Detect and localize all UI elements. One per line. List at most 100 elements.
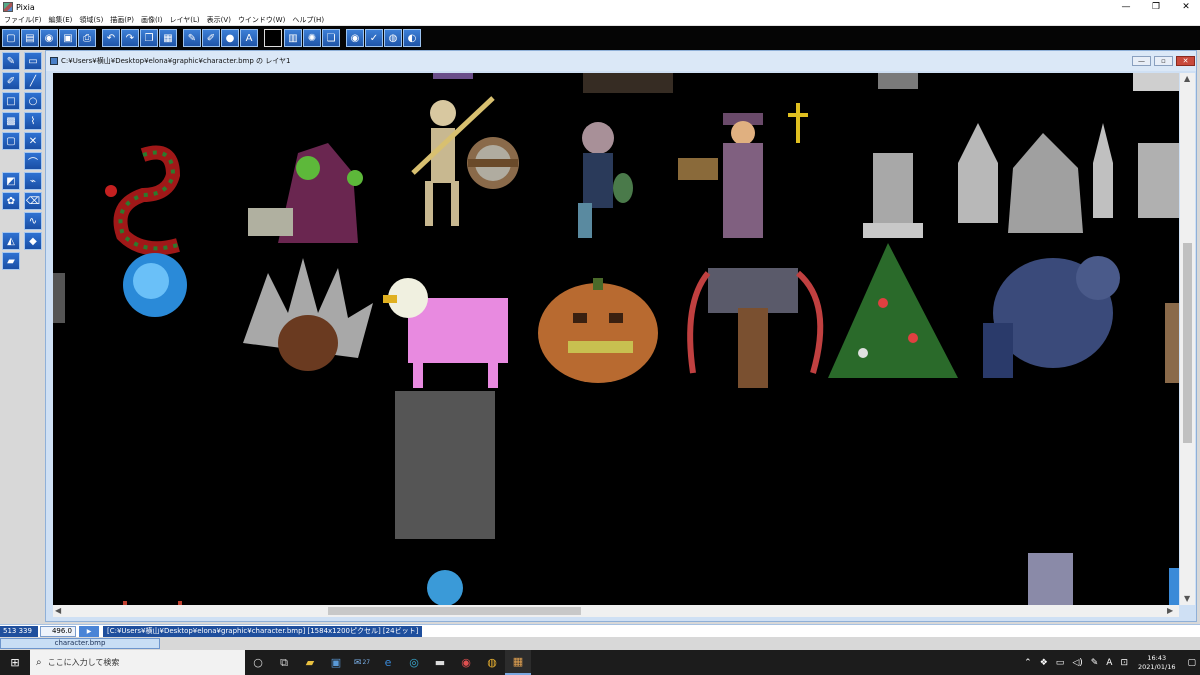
search-icon: ⌕ [36, 657, 42, 668]
help-icon[interactable]: ◐ [403, 29, 421, 47]
scroll-right-icon[interactable]: ▶ [1167, 605, 1173, 617]
menu-layer[interactable]: レイヤ(L) [170, 15, 200, 25]
menu-view[interactable]: 表示(V) [207, 15, 231, 25]
curve-tool-icon[interactable]: ⌒ [24, 152, 42, 170]
ellipse-tool-icon[interactable]: ○ [24, 92, 42, 110]
taskbar-search-box[interactable]: ⌕ ここに入力して検索 [30, 650, 245, 675]
paste-icon[interactable]: ▦ [159, 29, 177, 47]
sprite-pumpkin [538, 278, 658, 383]
print-icon[interactable]: ⎙ [78, 29, 96, 47]
doc-close-button[interactable]: ✕ [1176, 56, 1195, 66]
save-icon[interactable]: ▣ [59, 29, 77, 47]
document-window: C:¥Users¥横山¥Desktop¥elona¥graphic¥charac… [45, 50, 1197, 622]
menu-image[interactable]: 画像(I) [141, 15, 163, 25]
undo-icon[interactable]: ↶ [102, 29, 120, 47]
terminal-icon[interactable]: ▬ [427, 650, 453, 675]
pencil-tool-icon[interactable]: ✐ [2, 72, 20, 90]
doc-minimize-button[interactable]: — [1132, 56, 1151, 66]
scanner-icon[interactable]: ◉ [40, 29, 58, 47]
task-view-icon[interactable]: ⧉ [271, 650, 297, 675]
play-icon[interactable]: ▶ [79, 625, 99, 637]
ime-mode[interactable]: A [1106, 658, 1112, 668]
scroll-left-icon[interactable]: ◀ [55, 605, 61, 617]
edge-legacy-icon[interactable]: e [375, 650, 401, 675]
doc-maximize-button[interactable]: ▫ [1154, 56, 1173, 66]
dropbox-icon[interactable]: ❖ [1040, 658, 1048, 668]
menu-window[interactable]: ウインドウ(W) [238, 15, 285, 25]
network-icon[interactable]: ▭ [1056, 658, 1065, 668]
move-tool-icon[interactable]: ▢ [2, 132, 20, 150]
gradient-icon[interactable]: ▰ [2, 252, 20, 270]
vertical-scroll-thumb[interactable] [1183, 243, 1192, 443]
chrome-icon[interactable]: ◍ [479, 650, 505, 675]
ime-options-icon[interactable]: ⊡ [1120, 658, 1128, 668]
eraser-icon[interactable]: ⌫ [24, 192, 42, 210]
material-window-icon[interactable]: ❏ [322, 29, 340, 47]
close-button[interactable]: ✕ [1172, 0, 1200, 14]
stamp-icon[interactable]: ◆ [24, 232, 42, 250]
current-color-swatch[interactable] [264, 29, 282, 47]
main-toolbar: ▢ ▤ ◉ ▣ ⎙ ↶ ↷ ❐ ▦ ✎ ✐ ● A ▥ ✺ ❏ ◉ ✓ ◍ ◐ [0, 26, 1200, 50]
vertical-scrollbar[interactable]: ▲ ▼ [1180, 73, 1195, 605]
maximize-button[interactable]: ❐ [1142, 0, 1170, 14]
horizontal-scrollbar[interactable]: ◀ ▶ [53, 605, 1179, 617]
rect-select-icon[interactable]: ▭ [24, 52, 42, 70]
zoom-field[interactable]: 496.0 [40, 625, 76, 637]
gray-placeholder-block [395, 391, 495, 539]
store-icon[interactable]: ▣ [323, 650, 349, 675]
file-explorer-icon[interactable]: ▰ [297, 650, 323, 675]
redo-icon[interactable]: ↷ [121, 29, 139, 47]
pen-tool-icon[interactable]: ✎ [2, 52, 20, 70]
search-placeholder: ここに入力して検索 [47, 658, 120, 667]
rect-tool-icon[interactable]: □ [2, 92, 20, 110]
copy-icon[interactable]: ❐ [140, 29, 158, 47]
record-icon[interactable]: ◉ [346, 29, 364, 47]
cursor-coordinates: 513 339 [0, 625, 38, 637]
menu-file[interactable]: ファイル(F) [4, 15, 42, 25]
smudge-icon[interactable]: ∿ [24, 212, 42, 230]
menu-edit[interactable]: 編集(E) [49, 15, 73, 25]
file-tab-character[interactable]: character.bmp [0, 638, 160, 649]
brush-icon[interactable]: ✎ [183, 29, 201, 47]
line-tool-icon[interactable]: ╱ [24, 72, 42, 90]
scroll-up-icon[interactable]: ▲ [1184, 73, 1190, 85]
menu-draw[interactable]: 描画(P) [110, 15, 134, 25]
sprite-robot-partial [1028, 553, 1073, 605]
fill-rect-icon[interactable]: ▩ [2, 112, 20, 130]
layer-window-icon[interactable]: ▥ [284, 29, 302, 47]
text-icon[interactable]: A [240, 29, 258, 47]
color-wheel-icon[interactable]: ✿ [2, 192, 20, 210]
edge-icon[interactable]: ◎ [401, 650, 427, 675]
globe-icon[interactable]: ◍ [384, 29, 402, 47]
pen-settings-icon[interactable]: ✓ [365, 29, 383, 47]
media-app-icon[interactable]: ◉ [453, 650, 479, 675]
menu-help[interactable]: ヘルプ(H) [292, 15, 324, 25]
cortana-icon[interactable]: ○ [245, 650, 271, 675]
menu-select[interactable]: 領域(S) [79, 15, 103, 25]
open-folder-icon[interactable]: ▤ [21, 29, 39, 47]
taskbar-clock[interactable]: 16:43 2021/01/16 [1138, 654, 1175, 672]
scroll-down-icon[interactable]: ▼ [1184, 593, 1190, 605]
cross-tool-icon[interactable]: ✕ [24, 132, 42, 150]
sprite-tree-monster [828, 243, 958, 378]
new-file-icon[interactable]: ▢ [2, 29, 20, 47]
minimize-button[interactable]: — [1112, 0, 1140, 14]
lasso-tool-icon[interactable]: ⌇ [24, 112, 42, 130]
palette-window-icon[interactable]: ✺ [303, 29, 321, 47]
sprite-priest [678, 103, 808, 238]
image-canvas[interactable] [53, 73, 1179, 605]
volume-icon[interactable]: ◁) [1072, 658, 1082, 668]
sphere-brush-icon[interactable]: ● [221, 29, 239, 47]
dropper-icon[interactable]: ⌁ [24, 172, 42, 190]
horizontal-scroll-thumb[interactable] [328, 607, 581, 615]
color-pick-icon[interactable]: ◩ [2, 172, 20, 190]
airbrush-icon[interactable]: ✐ [202, 29, 220, 47]
pixia-taskbar-icon[interactable]: ▦ [505, 650, 531, 675]
windows-start-icon[interactable]: ⊞ [0, 650, 30, 675]
notification-icon[interactable]: ▢ [1187, 658, 1196, 668]
clock-date: 2021/01/16 [1138, 662, 1176, 671]
pen-icon[interactable]: ✎ [1091, 658, 1099, 668]
tray-chevron-icon[interactable]: ⌃ [1024, 658, 1032, 668]
bucket-icon[interactable]: ◭ [2, 232, 20, 250]
mail-icon[interactable]: ✉ 27 [349, 650, 375, 675]
